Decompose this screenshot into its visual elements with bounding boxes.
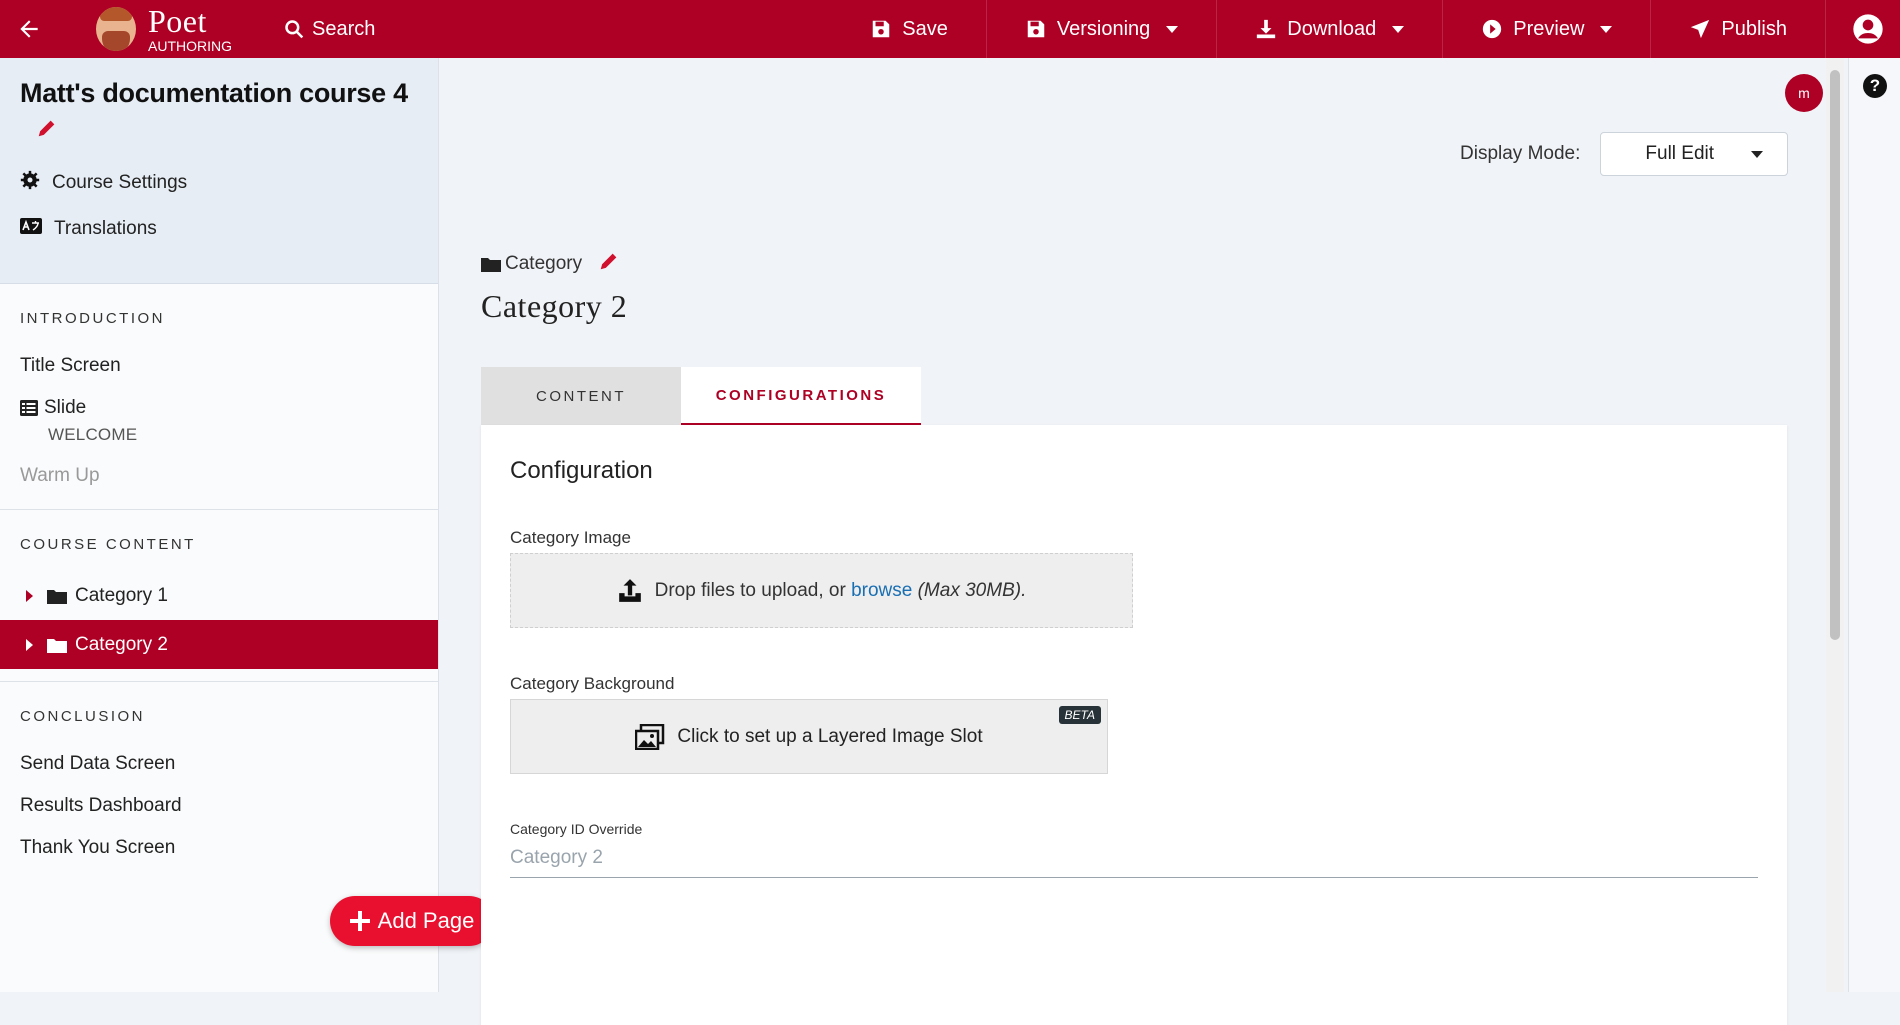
download-icon xyxy=(1257,19,1276,39)
mascot-icon xyxy=(96,7,136,51)
layered-image-slot-button[interactable]: Click to set up a Layered Image Slot BET… xyxy=(510,699,1108,774)
course-title: Matt's documentation course 4 xyxy=(20,78,408,108)
tab-content[interactable]: CONTENT xyxy=(481,367,681,425)
section-title: INTRODUCTION xyxy=(20,310,165,327)
panel-title: Configuration xyxy=(510,457,653,484)
images-icon xyxy=(635,723,665,750)
help-icon[interactable]: ? xyxy=(1863,74,1887,98)
section-title: COURSE CONTENT xyxy=(20,536,196,553)
section-title: CONCLUSION xyxy=(20,708,146,725)
folder-icon xyxy=(481,258,501,272)
folder-icon xyxy=(47,638,67,653)
course-settings-link[interactable]: Course Settings xyxy=(20,170,418,196)
download-dropdown[interactable]: Download xyxy=(1216,0,1442,58)
arrow-left-icon xyxy=(20,20,38,38)
app-subtitle: AUTHORING xyxy=(148,38,232,54)
category-image-label: Category Image xyxy=(510,528,631,547)
dropzone-hint: (Max 30MB). xyxy=(917,579,1027,601)
floppy-disk-icon xyxy=(1027,20,1045,38)
edit-category-button[interactable] xyxy=(598,250,620,278)
display-mode-select[interactable]: Full Edit xyxy=(1600,132,1789,176)
right-rail: ? xyxy=(1848,58,1900,992)
course-sidebar: Matt's documentation course 4 Course Set… xyxy=(0,58,439,992)
translations-link[interactable]: Translations xyxy=(20,218,418,240)
search-icon xyxy=(285,20,304,39)
search-button[interactable]: Search xyxy=(284,18,375,41)
sidebar-item-title-screen[interactable]: Title Screen xyxy=(0,345,438,387)
category-background-label: Category Background xyxy=(510,674,675,693)
expand-arrow-icon[interactable] xyxy=(26,638,33,651)
slide-subtitle: WELCOME xyxy=(48,425,138,444)
conclusion-section: CONCLUSION Send Data Screen Results Dash… xyxy=(0,682,438,881)
caret-down-icon xyxy=(1392,25,1405,33)
main-content: m Display Mode: Full Edit Category Categ… xyxy=(440,58,1826,1025)
introduction-section: INTRODUCTION Title Screen Slide WELCOME … xyxy=(0,284,438,510)
tab-configurations[interactable]: CONFIGURATIONS xyxy=(681,367,921,425)
translate-icon xyxy=(20,218,42,240)
avatar[interactable]: m xyxy=(1785,74,1823,112)
category-image-dropzone[interactable]: Drop files to upload, or browse (Max 30M… xyxy=(510,553,1133,628)
sidebar-item-results-dashboard[interactable]: Results Dashboard xyxy=(0,785,438,827)
beta-badge: BETA xyxy=(1058,706,1101,724)
breadcrumb-label: Category xyxy=(505,253,583,274)
upload-icon xyxy=(618,578,641,602)
sidebar-item-category-2[interactable]: Category 2 xyxy=(0,620,438,669)
display-mode-control: Display Mode: Full Edit xyxy=(1460,132,1789,176)
sidebar-item-send-data-screen[interactable]: Send Data Screen xyxy=(0,743,438,785)
pencil-icon xyxy=(38,120,55,137)
list-icon xyxy=(20,400,38,416)
category-id-override-label: Category ID Override xyxy=(510,821,643,837)
publish-button[interactable]: Publish xyxy=(1650,0,1825,58)
dropzone-text: Drop files to upload, or xyxy=(654,579,846,601)
search-label: Search xyxy=(312,17,376,40)
page-title: Category 2 xyxy=(481,288,628,324)
folder-icon xyxy=(47,589,67,604)
plus-icon xyxy=(349,911,370,931)
preview-dropdown[interactable]: Preview xyxy=(1442,0,1650,58)
slide-label: Slide xyxy=(44,397,87,418)
floppy-disk-icon xyxy=(873,20,890,38)
category-id-override-input[interactable] xyxy=(510,838,1758,878)
top-bar: Poet AUTHORING Search Save Versioning Do… xyxy=(0,0,1900,58)
sidebar-item-warm-up[interactable]: Warm Up xyxy=(0,455,438,497)
layered-slot-text: Click to set up a Layered Image Slot xyxy=(677,725,983,747)
paper-plane-icon xyxy=(1691,19,1710,39)
scrollbar[interactable] xyxy=(1826,58,1844,992)
caret-down-icon xyxy=(1600,25,1613,33)
versioning-dropdown[interactable]: Versioning xyxy=(985,0,1216,58)
display-mode-label: Display Mode: xyxy=(1460,143,1581,164)
breadcrumb: Category xyxy=(481,250,620,278)
tab-bar: CONTENT CONFIGURATIONS xyxy=(481,367,921,425)
edit-course-title-button[interactable] xyxy=(36,117,418,144)
user-circle-icon xyxy=(1853,14,1883,44)
expand-arrow-icon[interactable] xyxy=(26,589,33,602)
app-name: Poet xyxy=(148,3,207,39)
back-button[interactable] xyxy=(0,0,58,58)
save-button[interactable]: Save xyxy=(832,0,986,58)
app-logo[interactable]: Poet AUTHORING xyxy=(96,0,232,58)
user-menu-button[interactable] xyxy=(1825,0,1900,58)
play-circle-icon xyxy=(1483,19,1502,39)
browse-link[interactable]: browse xyxy=(851,580,912,601)
pencil-icon xyxy=(600,253,617,270)
caret-down-icon xyxy=(1166,25,1179,33)
scrollbar-thumb[interactable] xyxy=(1830,70,1840,640)
course-content-section: COURSE CONTENT Category 1 Category 2 xyxy=(0,510,438,682)
caret-down-icon xyxy=(1751,150,1764,158)
configuration-panel: Configuration Category Image Drop files … xyxy=(481,425,1787,1025)
course-header: Matt's documentation course 4 Course Set… xyxy=(0,58,438,284)
sidebar-item-category-1[interactable]: Category 1 xyxy=(0,571,438,620)
gear-icon xyxy=(20,170,40,196)
sidebar-item-slide[interactable]: Slide WELCOME xyxy=(0,387,438,455)
sidebar-item-thank-you-screen[interactable]: Thank You Screen xyxy=(0,827,438,869)
